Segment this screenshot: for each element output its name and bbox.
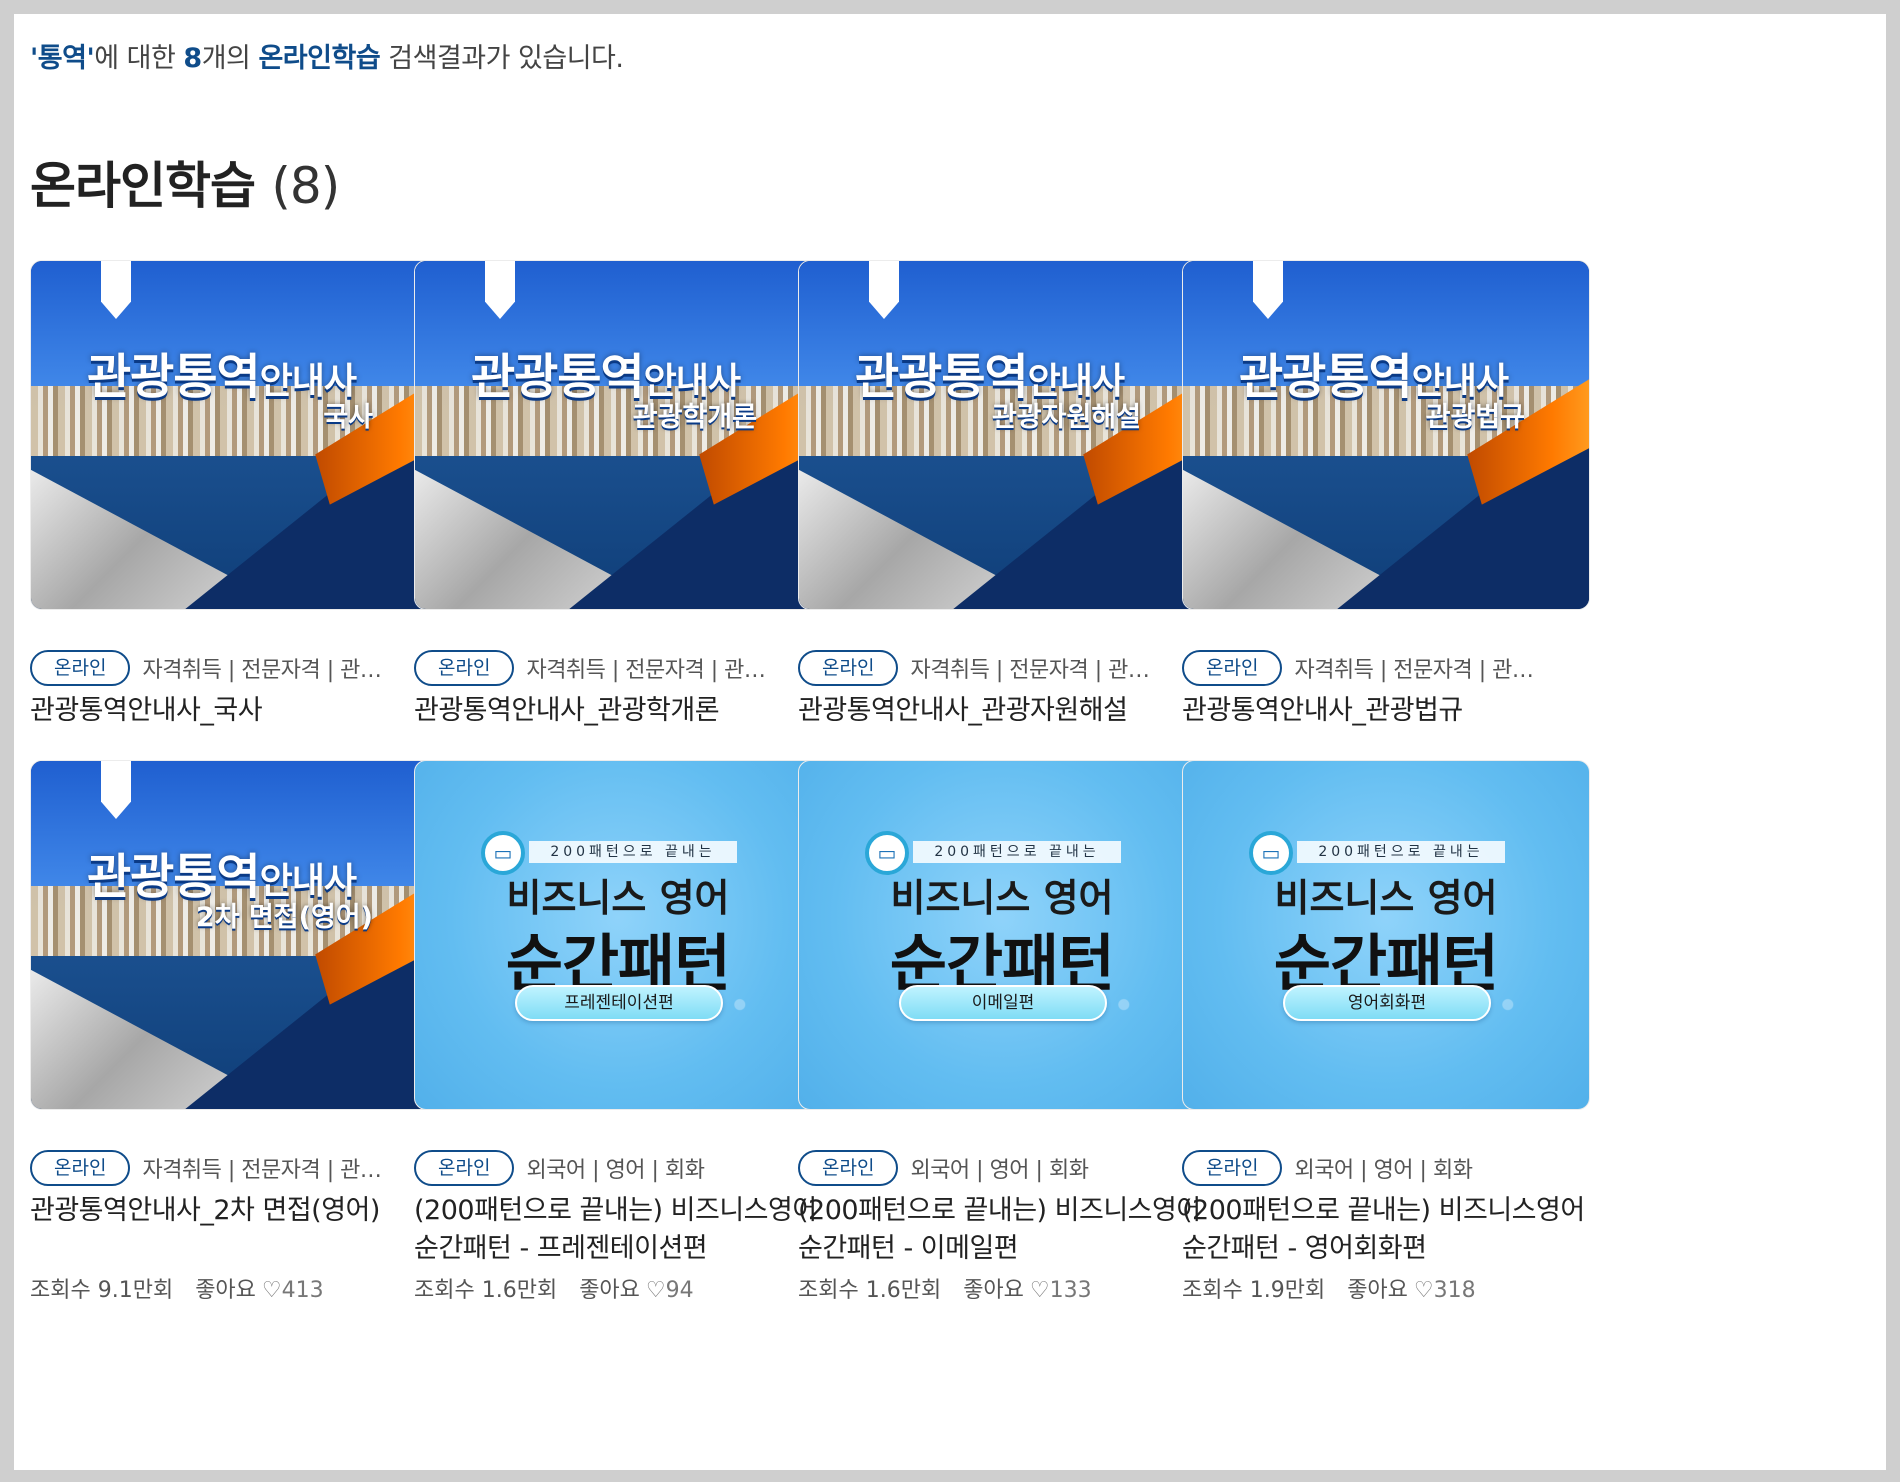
course-thumbnail[interactable]: ▭ 200패턴으로 끝내는 비즈니스 영어 순간패턴 프레젠테이션편 bbox=[414, 760, 822, 1110]
course-meta: 온라인 자격취득 | 전문자격 | 관… bbox=[30, 1150, 450, 1188]
course-thumbnail[interactable]: 관광통역안내사 국사 bbox=[30, 260, 438, 610]
thumb-main-bold: 관광통역 bbox=[87, 349, 261, 405]
course-title[interactable]: 관광통역안내사_관광법규 bbox=[1182, 692, 1602, 730]
course-category: 외국어 | 영어 | 회화 bbox=[1294, 1158, 1473, 1183]
thumb-edition-pill: 영어회화편 bbox=[1283, 985, 1491, 1021]
like-count[interactable]: ♡133 bbox=[1030, 1278, 1092, 1303]
thumb-main-text: 관광통역안내사 bbox=[87, 337, 357, 407]
online-badge: 온라인 bbox=[414, 1150, 515, 1186]
course-meta: 온라인 외국어 | 영어 | 회화 bbox=[1182, 1150, 1602, 1188]
section-count: (8) bbox=[271, 157, 340, 215]
view-count: 조회수 9.1만회 bbox=[30, 1278, 174, 1303]
result-count: 8 bbox=[183, 43, 202, 74]
like-count[interactable]: ♡94 bbox=[646, 1278, 694, 1303]
thumb-tagline: 200패턴으로 끝내는 bbox=[529, 841, 737, 863]
thumb-subject: 2차 면접(영어) bbox=[195, 902, 373, 933]
course-stats: 조회수 9.1만회 좋아요 ♡413 bbox=[30, 1272, 324, 1304]
thumb-tagline: 200패턴으로 끝내는 bbox=[1297, 841, 1505, 863]
like-label: 좋아요 bbox=[579, 1278, 640, 1303]
thumb-subject: 관광학개론 bbox=[632, 402, 757, 433]
course-title[interactable]: (200패턴으로 끝내는) 비즈니스영어 순간패턴 - 프레젠테이션편 bbox=[414, 1192, 834, 1268]
like-label: 좋아요 bbox=[1347, 1278, 1408, 1303]
online-badge: 온라인 bbox=[798, 1150, 899, 1186]
online-badge: 온라인 bbox=[30, 650, 131, 686]
course-meta: 온라인 외국어 | 영어 | 회화 bbox=[798, 1150, 1218, 1188]
course-title[interactable]: 관광통역안내사_국사 bbox=[30, 692, 450, 730]
thumb-subject: 관광자원해설 bbox=[991, 402, 1141, 433]
online-badge: 온라인 bbox=[414, 650, 515, 686]
course-category: 자격취득 | 전문자격 | 관… bbox=[142, 1158, 382, 1183]
course-title[interactable]: (200패턴으로 끝내는) 비즈니스영어 순간패턴 - 영어회화편 bbox=[1182, 1192, 1602, 1268]
course-category: 자격취득 | 전문자격 | 관… bbox=[1294, 658, 1534, 683]
course-card[interactable]: ▭ 200패턴으로 끝내는 비즈니스 영어 순간패턴 영어회화편온라인 외국어 | 영어 … bbox=[1182, 760, 1602, 1320]
thumb-tagline: 200패턴으로 끝내는 bbox=[913, 841, 1121, 863]
summary-text-2: 개의 bbox=[201, 43, 259, 74]
thumb-edition-pill: 이메일편 bbox=[899, 985, 1107, 1021]
online-badge: 온라인 bbox=[30, 1150, 131, 1186]
course-grid: 관광통역안내사국사온라인자격취득 | 전문자격 | 관…관광통역안내사_국사조회… bbox=[30, 260, 1870, 1440]
like-label: 좋아요 bbox=[195, 1278, 256, 1303]
course-category: 자격취득 | 전문자격 | 관… bbox=[142, 658, 382, 683]
view-count: 조회수 1.9만회 bbox=[1182, 1278, 1326, 1303]
summary-text-1: 에 대한 bbox=[94, 43, 184, 74]
course-title[interactable]: 관광통역안내사_2차 면접(영어) bbox=[30, 1192, 450, 1230]
thumb-edition-pill: 프레젠테이션편 bbox=[515, 985, 723, 1021]
online-badge: 온라인 bbox=[1182, 650, 1283, 686]
search-keyword: '통역' bbox=[30, 43, 95, 74]
course-meta: 온라인 자격취득 | 전문자격 | 관… bbox=[414, 650, 834, 688]
thumb-main-bold: 관광통역 bbox=[1239, 349, 1413, 405]
course-card[interactable]: 관광통역안내사 관광학개론온라인 자격취득 | 전문자격 | 관… 관광통역안내사_관… bbox=[414, 260, 834, 820]
course-meta: 온라인 자격취득 | 전문자격 | 관… bbox=[1182, 650, 1602, 688]
search-results-page: '통역'에 대한 8개의 온라인학습 검색결과가 있습니다. 온라인학습 (8)… bbox=[14, 14, 1886, 1470]
course-title[interactable]: (200패턴으로 끝내는) 비즈니스영어 순간패턴 - 이메일편 bbox=[798, 1192, 1218, 1268]
search-summary: '통역'에 대한 8개의 온라인학습 검색결과가 있습니다. bbox=[30, 36, 624, 75]
course-card[interactable]: 관광통역안내사국사온라인자격취득 | 전문자격 | 관…관광통역안내사_국사조회… bbox=[30, 260, 450, 820]
like-label: 좋아요 bbox=[963, 1278, 1024, 1303]
course-category: 자격취득 | 전문자격 | 관… bbox=[526, 658, 766, 683]
view-count: 조회수 1.6만회 bbox=[414, 1278, 558, 1303]
course-thumbnail[interactable]: 관광통역안내사 관광자원해설 bbox=[798, 260, 1206, 610]
course-thumbnail[interactable]: 관광통역안내사 관광학개론 bbox=[414, 260, 822, 610]
course-meta: 온라인 자격취득 | 전문자격 | 관… bbox=[798, 650, 1218, 688]
view-count: 조회수 1.6만회 bbox=[798, 1278, 942, 1303]
thumb-subject: 관광법규 bbox=[1425, 402, 1525, 433]
course-meta: 온라인 외국어 | 영어 | 회화 bbox=[414, 1150, 834, 1188]
section-title-text: 온라인학습 bbox=[30, 157, 256, 215]
course-stats: 조회수 1.6만회 좋아요 ♡133 bbox=[798, 1272, 1092, 1304]
course-thumbnail[interactable]: ▭ 200패턴으로 끝내는 비즈니스 영어 순간패턴 이메일편 bbox=[798, 760, 1206, 1110]
thumb-subject: 국사 bbox=[323, 402, 373, 433]
course-meta: 온라인 자격취득 | 전문자격 | 관… bbox=[30, 650, 450, 688]
online-badge: 온라인 bbox=[1182, 1150, 1283, 1186]
course-category: 외국어 | 영어 | 회화 bbox=[526, 1158, 705, 1183]
course-thumbnail[interactable]: 관광통역안내사 관광법규 bbox=[1182, 260, 1590, 610]
course-title[interactable]: 관광통역안내사_관광학개론 bbox=[414, 692, 834, 730]
course-title[interactable]: 관광통역안내사_관광자원해설 bbox=[798, 692, 1218, 730]
thumb-main-bold: 관광통역 bbox=[471, 349, 645, 405]
summary-text-3: 검색결과가 있습니다. bbox=[380, 43, 624, 74]
course-card[interactable]: ▭ 200패턴으로 끝내는 비즈니스 영어 순간패턴 이메일편온라인 외국어 | 영어 |… bbox=[798, 760, 1218, 1320]
online-badge: 온라인 bbox=[798, 650, 899, 686]
course-card[interactable]: 관광통역안내사 2차 면접(영어) 온라인 자격취득 | 전문자격 | 관… 관광통역안… bbox=[30, 760, 450, 1320]
course-card[interactable]: 관광통역안내사 관광법규온라인 자격취득 | 전문자격 | 관… 관광통역안내사_관광… bbox=[1182, 260, 1602, 820]
course-stats: 조회수 1.6만회 좋아요 ♡94 bbox=[414, 1272, 694, 1304]
course-stats: 조회수 1.9만회 좋아요 ♡318 bbox=[1182, 1272, 1476, 1304]
course-thumbnail[interactable]: 관광통역안내사 2차 면접(영어) bbox=[30, 760, 438, 1110]
course-thumbnail[interactable]: ▭ 200패턴으로 끝내는 비즈니스 영어 순간패턴 영어회화편 bbox=[1182, 760, 1590, 1110]
course-category: 외국어 | 영어 | 회화 bbox=[910, 1158, 1089, 1183]
section-title: 온라인학습 (8) bbox=[30, 146, 340, 218]
result-category: 온라인학습 bbox=[258, 43, 381, 74]
like-count[interactable]: ♡413 bbox=[262, 1278, 324, 1303]
course-card[interactable]: ▭ 200패턴으로 끝내는 비즈니스 영어 순간패턴 프레젠테이션편온라인 외국어 | 영… bbox=[414, 760, 834, 1320]
course-category: 자격취득 | 전문자격 | 관… bbox=[910, 658, 1150, 683]
course-card[interactable]: 관광통역안내사 관광자원해설온라인 자격취득 | 전문자격 | 관… 관광통역안내사_… bbox=[798, 260, 1218, 820]
like-count[interactable]: ♡318 bbox=[1414, 1278, 1476, 1303]
